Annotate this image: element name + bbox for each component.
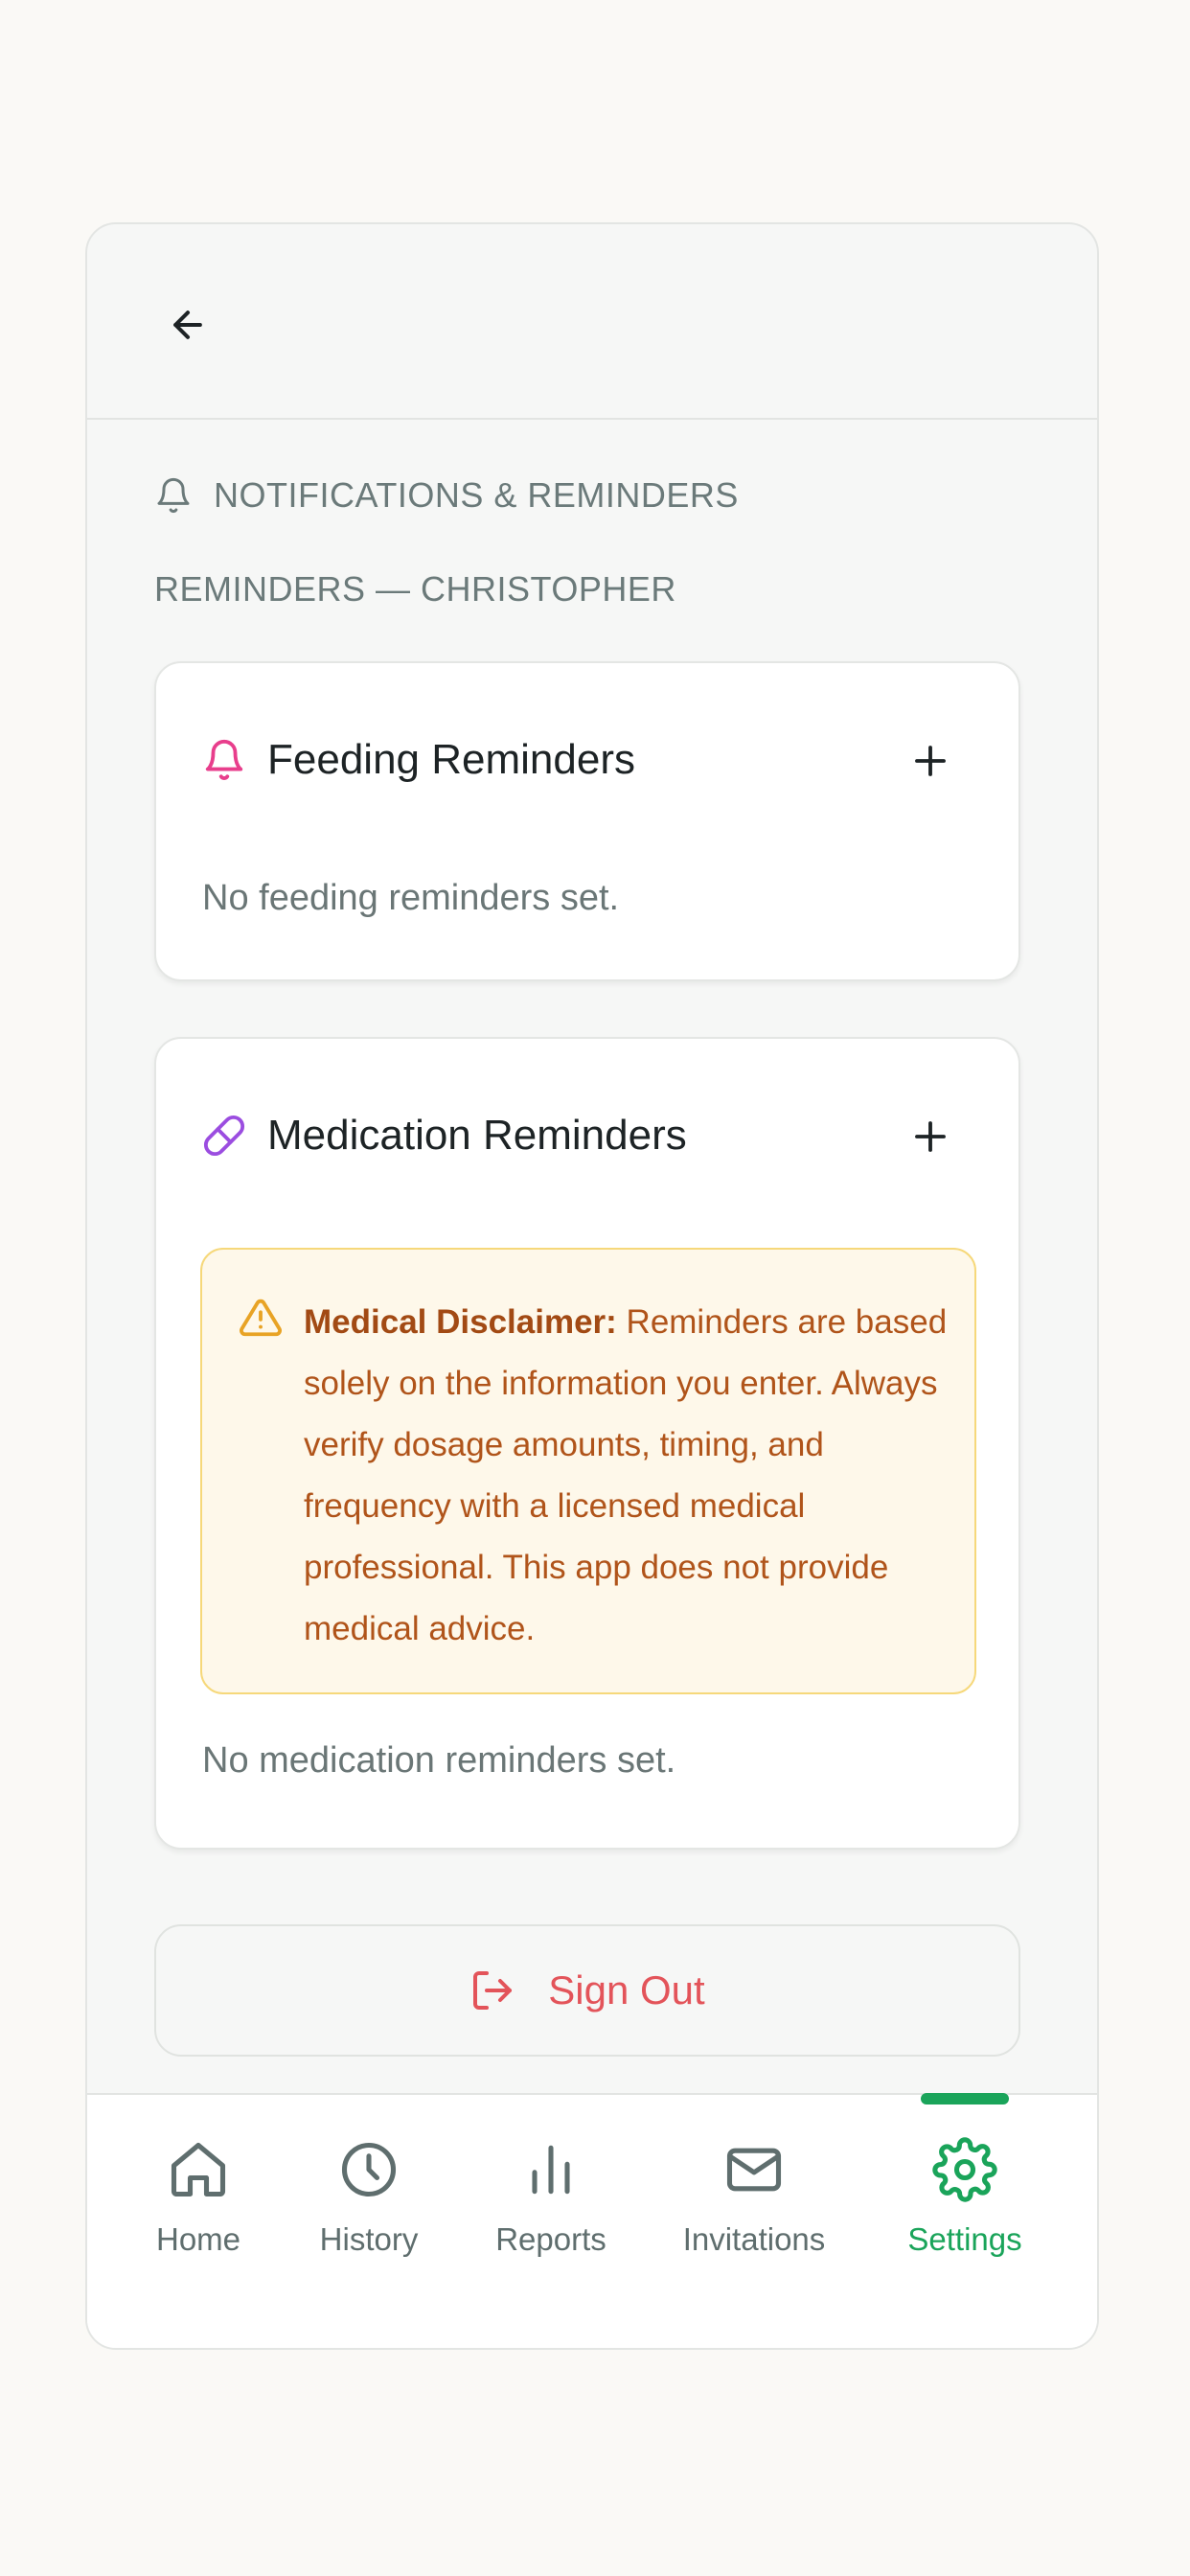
medication-reminders-title: Medication Reminders [267, 1112, 687, 1159]
feeding-reminders-title: Feeding Reminders [267, 736, 635, 783]
nav-item-history[interactable]: History [273, 2135, 465, 2258]
bottom-navigation: Home History Reports Invitations Setting… [87, 2093, 1097, 2348]
top-bar [87, 224, 1097, 420]
app-screen: NOTIFICATIONS & REMINDERS REMINDERS — CH… [85, 222, 1099, 2350]
nav-label-home: Home [155, 2221, 241, 2257]
medication-reminders-header: Medication Reminders [202, 1112, 687, 1160]
sign-out-icon [473, 1971, 513, 2010]
nav-label-reports: Reports [495, 2221, 606, 2257]
nav-item-settings[interactable]: Settings [869, 2135, 1061, 2258]
bell-icon [157, 477, 190, 514]
sign-out-button[interactable]: Sign Out [154, 1924, 1020, 2057]
feeding-reminders-header: Feeding Reminders [202, 736, 635, 784]
nav-label-history: History [319, 2221, 419, 2257]
bell-icon [205, 740, 243, 780]
section-title: NOTIFICATIONS & REMINDERS [214, 475, 739, 515]
home-icon [171, 2142, 226, 2197]
gear-icon [932, 2137, 997, 2202]
medical-disclaimer-text: Medical Disclaimer: Reminders are based … [304, 1292, 955, 1660]
feeding-empty-text: No feeding reminders set. [202, 878, 620, 918]
nav-item-invitations[interactable]: Invitations [658, 2135, 850, 2258]
add-medication-reminder-button[interactable] [900, 1106, 961, 1167]
pill-icon [203, 1115, 245, 1157]
warning-icon [240, 1299, 282, 1337]
nav-label-invitations: Invitations [682, 2221, 826, 2257]
section-heading: NOTIFICATIONS & REMINDERS [154, 475, 739, 516]
nav-item-reports[interactable]: Reports [455, 2135, 647, 2258]
active-tab-indicator [921, 2093, 1009, 2104]
arrow-left-icon [173, 310, 202, 339]
disclaimer-body: Reminders are based solely on the inform… [304, 1303, 948, 1647]
medical-disclaimer-box: Medical Disclaimer: Reminders are based … [200, 1248, 976, 1694]
mail-icon [726, 2148, 782, 2192]
nav-label-settings: Settings [907, 2221, 1022, 2257]
bar-chart-icon [532, 2145, 570, 2195]
plus-icon [915, 746, 946, 776]
add-feeding-reminder-button[interactable] [900, 730, 961, 792]
sign-out-label: Sign Out [548, 1967, 705, 2012]
feeding-reminders-card: Feeding Reminders No feeding reminders s… [154, 661, 1020, 981]
nav-item-home[interactable]: Home [103, 2135, 294, 2258]
clock-icon [341, 2142, 397, 2197]
medication-reminders-card: Medication Reminders Medical Disclaimer:… [154, 1037, 1020, 1850]
disclaimer-label: Medical Disclaimer: [304, 1303, 617, 1341]
plus-icon [915, 1121, 946, 1152]
medication-empty-text: No medication reminders set. [202, 1740, 676, 1781]
section-subtitle: REMINDERS — CHRISTOPHER [154, 569, 676, 609]
back-button[interactable] [154, 291, 221, 358]
